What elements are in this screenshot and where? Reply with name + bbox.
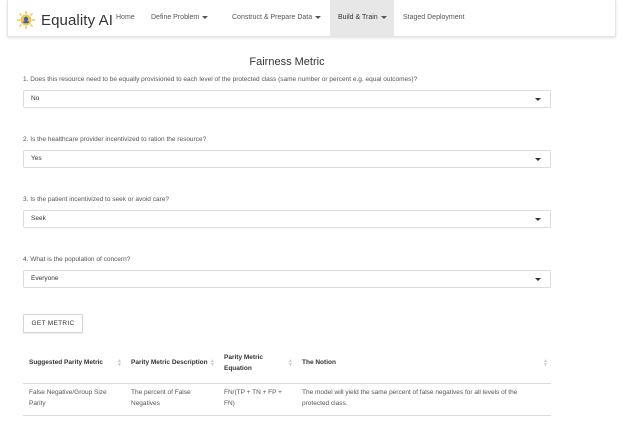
caret-down-icon <box>380 15 387 19</box>
nav-staged-deployment[interactable]: Staged Deployment <box>403 0 464 36</box>
nav-construct-prepare-data[interactable]: Construct & Prepare Data <box>232 0 322 36</box>
top-navbar: Equality AI Home Define Problem Construc… <box>7 0 616 37</box>
column-header-parity-metric-equation[interactable]: Parity Metric Equation ▲ ▼ <box>218 343 296 384</box>
question-4-select[interactable]: Everyone <box>23 270 551 288</box>
question-1-value: No <box>31 95 40 102</box>
table-cell: The percent of False Negatives <box>125 383 218 416</box>
table-cell: FN/(TP + TN + FP + FN) <box>218 383 296 416</box>
dropdown-arrow-icon <box>535 278 541 281</box>
question-3: 3. Is the patient incentivized to seek o… <box>23 196 169 203</box>
table-header-row: Suggested Parity Metric ▲ ▼ Parity Metric… <box>23 343 551 384</box>
header-label: Suggested Parity Metric <box>29 359 104 367</box>
question-2-value: Yes <box>31 155 42 162</box>
page-title: Fairness Metric <box>249 56 325 68</box>
sort-icon: ▲ ▼ <box>210 358 215 368</box>
dropdown-arrow-icon <box>535 98 541 101</box>
question-4-value: Everyone <box>31 275 59 282</box>
sort-icon: ▲ ▼ <box>117 358 122 368</box>
header-label: Parity Metric Description <box>131 359 208 367</box>
metric-table: Suggested Parity Metric ▲ ▼ Parity Metric… <box>23 343 551 416</box>
caret-down-icon <box>202 15 209 19</box>
nav-define-problem-label: Define Problem <box>151 14 200 21</box>
header-label: The Notion <box>302 359 336 367</box>
question-4: 4. What is the population of concern? <box>23 256 131 263</box>
brand-name: Equality AI <box>41 11 113 29</box>
caret-down-icon <box>315 15 322 19</box>
nav-home-label: Home <box>116 14 135 21</box>
nav-build-train-label: Build & Train <box>338 14 378 21</box>
table-cell: The model will yield the same percent of… <box>296 383 551 416</box>
column-header-parity-metric-description[interactable]: Parity Metric Description ▲ ▼ <box>125 343 218 384</box>
nav-home[interactable]: Home <box>116 0 135 36</box>
nav-staged-deployment-label: Staged Deployment <box>403 14 465 21</box>
brand[interactable]: Equality AI <box>16 8 113 32</box>
column-header-suggested-parity-metric[interactable]: Suggested Parity Metric ▲ ▼ <box>23 343 125 384</box>
sort-icon: ▲ ▼ <box>288 358 293 368</box>
get-metric-button[interactable]: GET METRIC <box>23 314 83 333</box>
question-2: 2. Is the healthcare provider incentiviz… <box>23 136 207 143</box>
question-1: 1. Does this resource need to be equally… <box>23 76 418 83</box>
question-3-select[interactable]: Seek <box>23 210 551 228</box>
question-1-select[interactable]: No <box>23 90 551 108</box>
nav-define-problem[interactable]: Define Problem <box>151 0 209 36</box>
question-3-value: Seek <box>31 215 46 222</box>
header-label: Parity Metric Equation <box>224 353 264 372</box>
column-header-the-notion[interactable]: The Notion ▲ ▼ <box>296 343 551 384</box>
scales-of-justice-icon <box>17 11 35 29</box>
nav-construct-label: Construct & Prepare Data <box>232 14 313 21</box>
sort-icon: ▲ ▼ <box>543 358 548 368</box>
nav-build-train[interactable]: Build & Train <box>330 0 394 36</box>
dropdown-arrow-icon <box>535 158 541 161</box>
question-2-select[interactable]: Yes <box>23 150 551 168</box>
dropdown-arrow-icon <box>535 218 541 221</box>
table-cell: False Negative/Group Size Parity <box>23 383 125 416</box>
table-row: False Negative/Group Size Parity The per… <box>23 383 551 416</box>
